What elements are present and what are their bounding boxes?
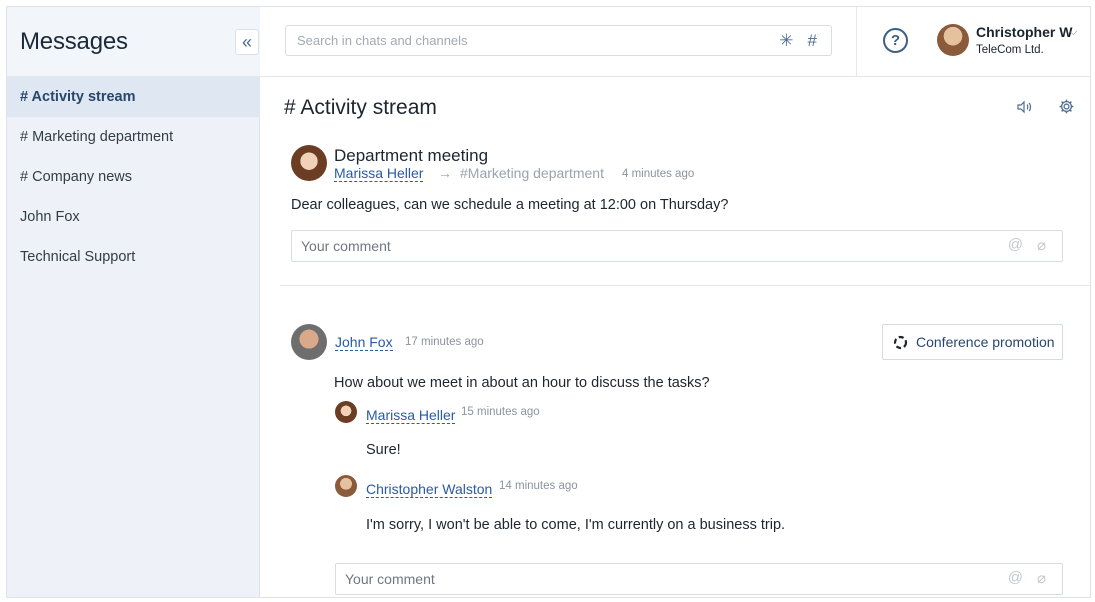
chevron-down-icon[interactable]: ⌵	[1069, 26, 1077, 39]
mention-icon[interactable]: @	[1008, 236, 1023, 254]
avatar[interactable]	[335, 401, 357, 423]
avatar[interactable]	[335, 475, 357, 497]
app-window: Messages « # Activity stream # Marketing…	[6, 6, 1091, 598]
divider	[280, 285, 1090, 286]
reply-timestamp: 15 minutes ago	[461, 406, 540, 418]
sidebar-header: Messages «	[7, 7, 260, 77]
sidebar-item-john-fox[interactable]: John Fox	[7, 197, 260, 237]
post-title: Department meeting	[334, 146, 489, 165]
app-title: Messages	[20, 28, 128, 55]
conference-icon	[893, 335, 908, 349]
reply-author-link[interactable]: Marissa Heller	[366, 407, 456, 424]
mention-icon[interactable]: @	[1008, 569, 1023, 587]
paperclip-icon[interactable]: ⌀	[1037, 236, 1046, 254]
post-timestamp: 4 minutes ago	[622, 168, 695, 180]
collapse-sidebar-button[interactable]: «	[235, 29, 259, 55]
comment-input[interactable]	[301, 231, 917, 261]
hash-icon[interactable]: #	[808, 31, 817, 51]
header-divider	[856, 7, 857, 76]
comment-box: @ ⌀	[335, 563, 1063, 595]
search-input[interactable]	[297, 26, 757, 55]
sidebar-item-activity-stream[interactable]: # Activity stream	[7, 77, 260, 117]
search-bar: ✳ #	[285, 25, 832, 56]
avatar[interactable]	[291, 324, 327, 360]
search-icons: ✳ #	[779, 31, 817, 51]
conference-promotion-label: Conference promotion	[916, 334, 1055, 350]
comment-actions: @ ⌀	[1008, 236, 1046, 254]
gear-icon[interactable]	[1058, 98, 1075, 115]
sidebar: Messages « # Activity stream # Marketing…	[7, 7, 260, 597]
speaker-icon[interactable]	[1016, 99, 1032, 115]
conference-promotion-button[interactable]: Conference promotion	[882, 324, 1063, 360]
post-author-link[interactable]: Marissa Heller	[334, 165, 424, 182]
sidebar-item-technical-support[interactable]: Technical Support	[7, 237, 260, 277]
comment-box: @ ⌀	[291, 230, 1063, 262]
sidebar-item-company-news[interactable]: # Company news	[7, 157, 260, 197]
post-author-link[interactable]: John Fox	[335, 334, 393, 351]
sidebar-nav: # Activity stream # Marketing department…	[7, 77, 260, 277]
main-feed: # Activity stream Department meeting Mar…	[260, 77, 1090, 597]
user-name[interactable]: Christopher W	[976, 24, 1072, 40]
asterisk-icon[interactable]: ✳	[779, 31, 793, 51]
help-button[interactable]: ?	[883, 28, 908, 53]
sidebar-item-marketing-department[interactable]: # Marketing department	[7, 117, 260, 157]
reply-author-link[interactable]: Christopher Walston	[366, 481, 493, 498]
question-icon: ?	[890, 32, 901, 49]
paperclip-icon[interactable]: ⌀	[1037, 569, 1046, 587]
user-company: TeleCom Ltd.	[976, 44, 1044, 56]
avatar[interactable]	[937, 24, 969, 56]
post-body: Dear colleagues, can we schedule a meeti…	[291, 197, 729, 213]
double-chevron-left-icon: «	[241, 31, 252, 52]
post-channel[interactable]: #Marketing department	[460, 165, 604, 181]
avatar[interactable]	[291, 145, 327, 181]
reply-body: Sure!	[366, 442, 401, 458]
comment-input[interactable]	[345, 564, 926, 594]
top-bar: ✳ # ? Christopher W ⌵ TeleCom Ltd.	[260, 7, 1090, 77]
post-timestamp: 17 minutes ago	[405, 336, 484, 348]
arrow-right-icon: →	[438, 165, 452, 181]
reply-timestamp: 14 minutes ago	[499, 480, 578, 492]
post-body: How about we meet in about an hour to di…	[334, 375, 710, 391]
reply-body: I'm sorry, I won't be able to come, I'm …	[366, 517, 786, 533]
comment-actions: @ ⌀	[1008, 569, 1046, 587]
page-title: # Activity stream	[284, 96, 437, 119]
